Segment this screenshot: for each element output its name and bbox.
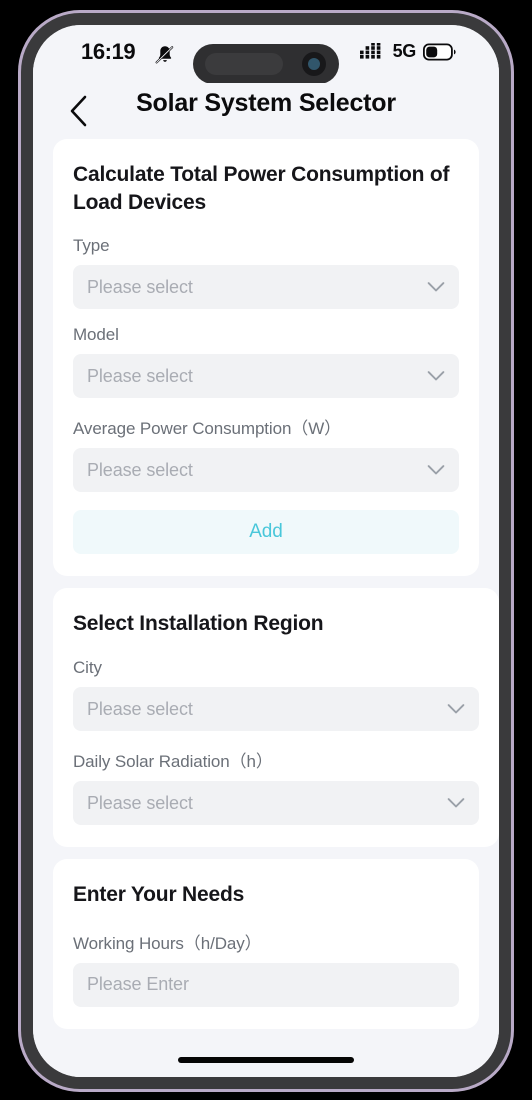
type-select[interactable]: Please select — [73, 265, 459, 310]
field-label: Type — [73, 236, 110, 256]
average-power-consumption-select[interactable]: Please select — [73, 448, 459, 493]
card-title: Select Installation Region — [73, 612, 324, 636]
field-average-power-consumption: Average Power Consumption（W） Please sele… — [73, 414, 459, 493]
field-model: Model Please select — [73, 325, 459, 399]
camera-lens — [308, 58, 320, 70]
field-placeholder: Please select — [87, 365, 193, 386]
field-placeholder: Please Enter — [87, 974, 189, 995]
add-button[interactable]: Add — [73, 510, 459, 555]
city-select[interactable]: Please select — [73, 687, 479, 732]
chevron-down-icon — [427, 282, 445, 292]
phone-screen: 16:19 5G Solar System Selector Calculate… — [33, 25, 499, 1077]
bell-mute-icon — [153, 43, 177, 67]
island-speaker — [205, 53, 283, 75]
model-select[interactable]: Please select — [73, 354, 459, 399]
dynamic-island — [193, 44, 339, 84]
status-bar-time: 16:19 — [81, 39, 136, 64]
phone-bezel: 16:19 5G Solar System Selector Calculate… — [21, 13, 511, 1089]
add-button-label: Add — [249, 521, 283, 543]
front-camera-icon — [302, 52, 326, 76]
signal-bars-icon — [359, 42, 380, 59]
card-title: Enter Your Needs — [73, 883, 245, 907]
field-daily-solar-radiation: Daily Solar Radiation（h） Please select — [73, 747, 479, 826]
page-content[interactable]: Calculate Total Power Consumption of Loa… — [33, 139, 499, 1077]
battery-icon — [423, 43, 456, 60]
home-indicator[interactable] — [178, 1057, 354, 1063]
card-enter-your-needs: Enter Your Needs Working Hours（h/Day） Pl… — [53, 859, 479, 1029]
network-type-label: 5G — [392, 41, 417, 61]
chevron-down-icon — [427, 465, 445, 475]
field-placeholder: Please select — [87, 459, 193, 480]
phone-frame: 16:19 5G Solar System Selector Calculate… — [18, 10, 514, 1092]
field-label: Average Power Consumption（W） — [73, 419, 342, 439]
field-city: City Please select — [73, 658, 479, 732]
field-placeholder: Please select — [87, 276, 193, 297]
page-title: Solar System Selector — [136, 89, 396, 117]
nav-bar: Solar System Selector — [33, 83, 499, 139]
chevron-down-icon — [427, 371, 445, 381]
field-label: Working Hours（h/Day） — [73, 933, 262, 953]
field-placeholder: Please select — [87, 698, 193, 719]
daily-solar-radiation-select[interactable]: Please select — [73, 781, 479, 826]
chevron-down-icon — [447, 704, 465, 714]
field-type: Type Please select — [73, 236, 459, 310]
field-label: City — [73, 658, 102, 678]
status-bar-indicators: 5G — [359, 41, 457, 62]
card-installation-region: Select Installation Region City Please s… — [53, 588, 499, 848]
field-label: Daily Solar Radiation（h） — [73, 752, 273, 772]
status-bar: 16:19 5G — [33, 25, 499, 84]
working-hours-input[interactable]: Please Enter — [73, 962, 459, 1007]
card-title: Calculate Total Power Consumption of Loa… — [73, 163, 450, 214]
field-working-hours: Working Hours（h/Day） Please Enter — [73, 929, 459, 1007]
card-power-consumption: Calculate Total Power Consumption of Loa… — [53, 139, 479, 577]
field-placeholder: Please select — [87, 792, 193, 813]
field-label: Model — [73, 325, 119, 345]
chevron-down-icon — [447, 798, 465, 808]
